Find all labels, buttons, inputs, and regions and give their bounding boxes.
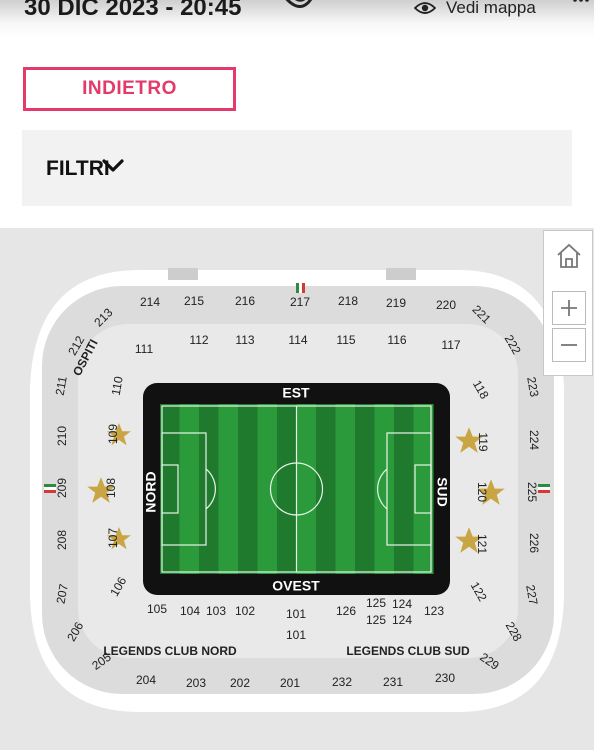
section-208[interactable]: 208	[55, 530, 69, 550]
section-220[interactable]: 220	[436, 298, 456, 312]
chevron-down-icon	[102, 159, 124, 172]
section-225[interactable]: 225	[525, 482, 539, 502]
section-124[interactable]: 124	[392, 613, 412, 627]
stand-west-label: OVEST	[272, 578, 320, 594]
section-112[interactable]: 112	[189, 333, 208, 347]
section-215[interactable]: 215	[184, 294, 204, 308]
section-105[interactable]: 105	[147, 602, 167, 616]
section-116[interactable]: 116	[387, 333, 406, 347]
section-119[interactable]: 119	[476, 432, 490, 451]
section-107[interactable]: 107	[106, 528, 120, 548]
section-204[interactable]: 204	[136, 673, 156, 687]
section-111[interactable]: 111	[135, 342, 154, 356]
section-102[interactable]: 102	[235, 604, 255, 618]
section-219[interactable]: 219	[386, 296, 406, 310]
tunnel-marker-left	[168, 268, 198, 280]
section-230[interactable]: 230	[435, 671, 455, 685]
stand-east-label: EST	[282, 385, 310, 401]
eye-icon	[414, 2, 436, 14]
section-101[interactable]: 101	[286, 607, 306, 621]
minus-icon[interactable]	[552, 328, 586, 362]
section-101[interactable]: 101	[286, 628, 306, 642]
tunnel-marker-right	[386, 268, 416, 280]
legends-south-label: LEGENDS CLUB SUD	[346, 644, 470, 658]
section-232[interactable]: 232	[332, 675, 352, 689]
section-108[interactable]: 108	[104, 478, 118, 498]
section-125[interactable]: 125	[366, 596, 386, 610]
section-202[interactable]: 202	[230, 676, 250, 690]
section-126[interactable]: 126	[336, 604, 356, 618]
section-109[interactable]: 109	[106, 424, 120, 444]
section-114[interactable]: 114	[288, 333, 307, 347]
section-217[interactable]: 217	[290, 295, 310, 309]
section-113[interactable]: 113	[235, 333, 254, 347]
more-icon[interactable]	[572, 0, 590, 14]
section-203[interactable]: 203	[186, 676, 206, 690]
section-231[interactable]: 231	[383, 675, 403, 689]
section-226[interactable]: 226	[527, 533, 541, 553]
section-103[interactable]: 103	[206, 604, 226, 618]
stadium-map[interactable]: EST OVEST NORD SUD OSPITI LEGENDS CLUB N…	[0, 228, 594, 750]
legends-north-label: LEGENDS CLUB NORD	[103, 644, 237, 658]
section-125[interactable]: 125	[366, 613, 386, 627]
section-201[interactable]: 201	[280, 676, 300, 690]
section-218[interactable]: 218	[338, 294, 358, 308]
section-117[interactable]: 117	[441, 338, 460, 352]
club-logo	[285, 0, 313, 8]
section-104[interactable]: 104	[180, 604, 200, 618]
stand-south-label: SUD	[434, 477, 450, 507]
section-216[interactable]: 216	[235, 294, 255, 308]
map-view-label: Vedi mappa	[446, 0, 536, 17]
section-124[interactable]: 124	[392, 597, 412, 611]
filters-label: FILTRI	[46, 157, 110, 180]
plus-icon[interactable]	[552, 291, 586, 325]
section-123[interactable]: 123	[424, 604, 444, 618]
section-214[interactable]: 214	[140, 295, 160, 309]
back-button[interactable]: INDIETRO	[23, 67, 236, 111]
top-bar: 30 DIC 2023 - 20:45 Vedi mappa	[0, 0, 594, 38]
section-120[interactable]: 120	[475, 482, 489, 502]
section-115[interactable]: 115	[336, 333, 355, 347]
home-icon[interactable]	[552, 239, 586, 273]
map-view-toggle[interactable]: Vedi mappa	[414, 0, 536, 20]
section-224[interactable]: 224	[527, 430, 541, 450]
stand-north-label: NORD	[143, 471, 159, 512]
event-date-time: 30 DIC 2023 - 20:45	[24, 0, 242, 21]
section-210[interactable]: 210	[55, 426, 69, 446]
filters-panel[interactable]: FILTRI	[22, 130, 572, 206]
section-121[interactable]: 121	[475, 534, 489, 554]
flag-icon	[296, 283, 305, 293]
pitch	[160, 404, 434, 574]
section-209[interactable]: 209	[55, 478, 69, 498]
map-controls	[543, 230, 593, 376]
